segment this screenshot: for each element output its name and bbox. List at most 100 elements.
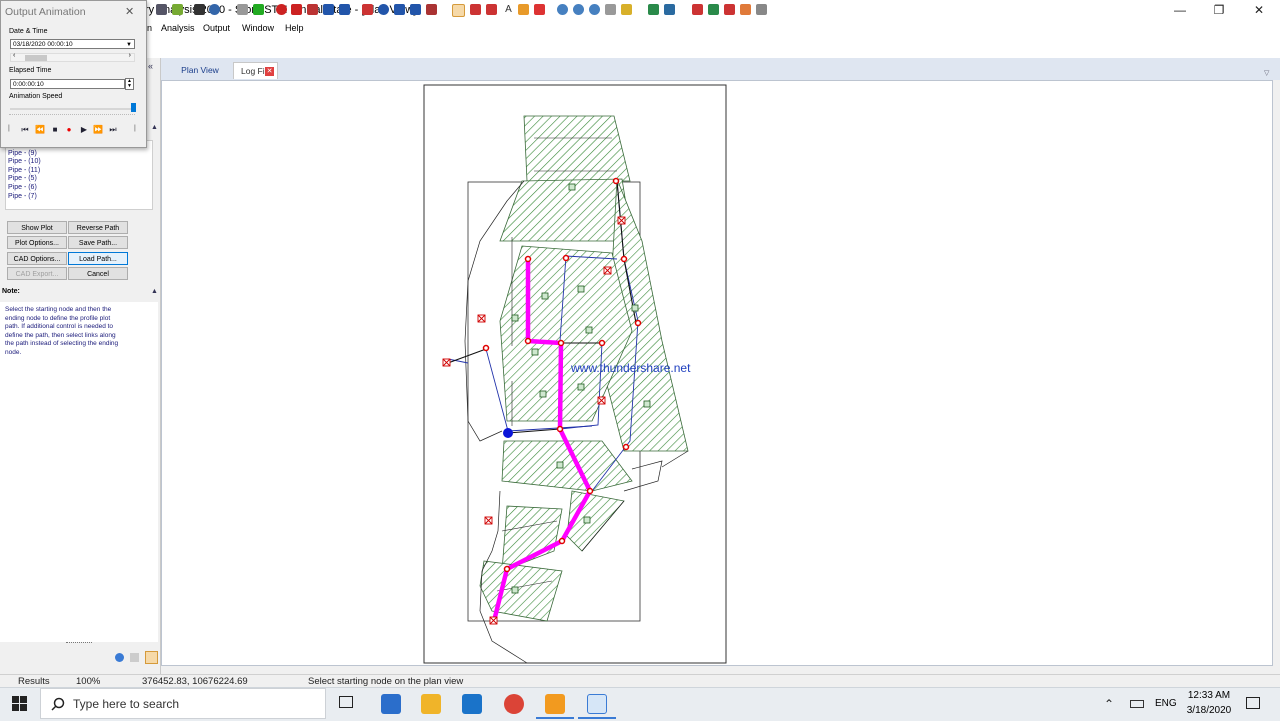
pan-icon[interactable] [605, 4, 616, 15]
windows-start-icon[interactable] [12, 696, 28, 712]
scroll-left-icon[interactable]: ‹ [13, 52, 15, 59]
tool-icon[interactable] [708, 4, 719, 15]
zoom-icon[interactable] [573, 4, 584, 15]
reverse-path-button[interactable]: Reverse Path [68, 221, 128, 234]
tool-icon[interactable] [253, 4, 264, 15]
cancel-button[interactable]: Cancel [68, 267, 128, 280]
panel-icon[interactable] [145, 651, 158, 664]
plan-view-canvas[interactable]: www.thundershare.net [161, 80, 1273, 666]
plan-drawing[interactable]: www.thundershare.net [162, 81, 1272, 665]
panel-icon[interactable] [130, 653, 139, 662]
list-item[interactable]: Pipe - (6) [6, 184, 152, 193]
path-list[interactable]: Pipe - (8) Pipe - (9) Pipe - (10) Pipe -… [5, 140, 153, 210]
tool-icon[interactable] [534, 4, 545, 15]
tool-icon[interactable] [291, 4, 302, 15]
chevron-down-icon[interactable]: ▼ [126, 40, 132, 50]
tool-icon[interactable] [648, 4, 659, 15]
skip-first-icon[interactable]: ⏮ [20, 125, 30, 135]
list-item[interactable]: Pipe - (9) [6, 150, 152, 159]
step-back-icon[interactable]: ⏪ [35, 125, 45, 135]
tool-icon[interactable] [724, 4, 735, 15]
collapse-icon[interactable]: « [148, 61, 153, 71]
list-item[interactable]: Pipe - (10) [6, 158, 152, 167]
app-icon[interactable] [545, 694, 565, 714]
tool-icon[interactable] [194, 4, 205, 15]
tool-icon[interactable] [756, 4, 767, 15]
file-explorer-icon[interactable] [421, 694, 441, 714]
notification-icon[interactable] [1246, 697, 1260, 709]
tool-icon[interactable] [172, 4, 183, 15]
plot-options-button[interactable]: Plot Options... [7, 236, 67, 249]
note-collapse-icon[interactable]: ▲ [151, 288, 158, 295]
tab-close-icon[interactable]: ✕ [265, 67, 274, 76]
minimize-button[interactable]: — [1160, 0, 1200, 20]
panel-icon[interactable] [115, 653, 124, 662]
scroll-thumb[interactable] [25, 55, 47, 61]
tool-icon[interactable] [378, 4, 389, 15]
chevron-up-icon[interactable]: ⌃ [1104, 697, 1114, 711]
show-plot-button[interactable]: Show Plot [7, 221, 67, 234]
tool-icon[interactable] [486, 4, 497, 15]
tool-icon[interactable] [307, 4, 318, 15]
list-item[interactable]: Pipe - (11) [6, 167, 152, 176]
elapsed-field[interactable]: 0:00:00:10 [10, 79, 125, 89]
menu-analysis[interactable]: Analysis [161, 23, 195, 33]
clock-date[interactable]: 3/18/2020 [1183, 705, 1235, 716]
tool-icon[interactable] [276, 4, 287, 15]
app-icon[interactable] [381, 694, 401, 714]
tool-icon[interactable] [692, 4, 703, 15]
tool-icon[interactable] [156, 4, 167, 15]
load-path-button[interactable]: Load Path... [68, 252, 128, 265]
tool-icon[interactable] [621, 4, 632, 15]
tool-icon[interactable] [470, 4, 481, 15]
language-indicator[interactable]: ENG [1155, 698, 1177, 709]
tool-icon[interactable] [426, 4, 437, 15]
tool-icon[interactable] [362, 4, 373, 15]
zoom-in-icon[interactable] [589, 4, 600, 15]
play-icon[interactable]: ▶ [79, 125, 89, 135]
close-button[interactable]: ✕ [1239, 0, 1279, 20]
menu-help[interactable]: Help [285, 23, 304, 33]
tab-plan-view[interactable]: Plan View [174, 62, 226, 79]
scroll-right-icon[interactable]: › [129, 52, 131, 59]
tool-icon[interactable] [323, 4, 334, 15]
mail-icon[interactable] [462, 694, 482, 714]
task-view-icon[interactable] [339, 696, 353, 708]
tool-icon[interactable] [209, 4, 220, 15]
tool-icon[interactable] [339, 4, 350, 15]
date-scrollbar[interactable]: ‹ › [10, 52, 135, 62]
stormstm-icon[interactable] [587, 694, 607, 714]
list-item[interactable]: Pipe - (5) [6, 175, 152, 184]
tool-icon[interactable] [394, 4, 405, 15]
list-item[interactable]: Pipe - (7) [6, 193, 152, 202]
elapsed-spinner[interactable]: ▲ ▼ [125, 78, 134, 90]
taskbar-search[interactable]: Type here to search [40, 688, 326, 719]
skip-last-icon[interactable]: ⏭ [108, 125, 118, 135]
tool-icon[interactable] [237, 4, 248, 15]
zoom-icon[interactable] [557, 4, 568, 15]
text-tool-icon[interactable]: A [503, 4, 514, 15]
speed-track[interactable] [10, 108, 134, 110]
battery-icon[interactable] [1130, 700, 1144, 708]
record-icon[interactable]: ● [64, 125, 74, 135]
cad-options-button[interactable]: CAD Options... [7, 252, 67, 265]
tab-log-file[interactable]: Log Fi ✕ [233, 62, 278, 79]
tool-icon[interactable] [410, 4, 421, 15]
select-tool-icon[interactable] [452, 4, 465, 17]
save-path-button[interactable]: Save Path... [68, 236, 128, 249]
tool-icon[interactable] [664, 4, 675, 15]
speed-slider-thumb[interactable] [131, 103, 136, 112]
panel-collapse-icon[interactable]: ▲ [151, 124, 158, 131]
stop-icon[interactable]: ■ [50, 125, 60, 135]
restore-button[interactable]: ❐ [1199, 0, 1239, 20]
dialog-close-icon[interactable]: ✕ [125, 5, 134, 18]
tab-menu-icon[interactable]: ▽ [1264, 69, 1269, 77]
date-field[interactable]: 03/18/2020 00:00:10 ▼ [10, 39, 135, 49]
tool-icon[interactable] [518, 4, 529, 15]
splitter-grip[interactable] [66, 642, 92, 643]
step-forward-icon[interactable]: ⏩ [93, 125, 103, 135]
tool-icon[interactable] [740, 4, 751, 15]
clock-time[interactable]: 12:33 AM [1186, 690, 1232, 701]
menu-output[interactable]: Output [203, 23, 230, 33]
chrome-icon[interactable] [504, 694, 524, 714]
